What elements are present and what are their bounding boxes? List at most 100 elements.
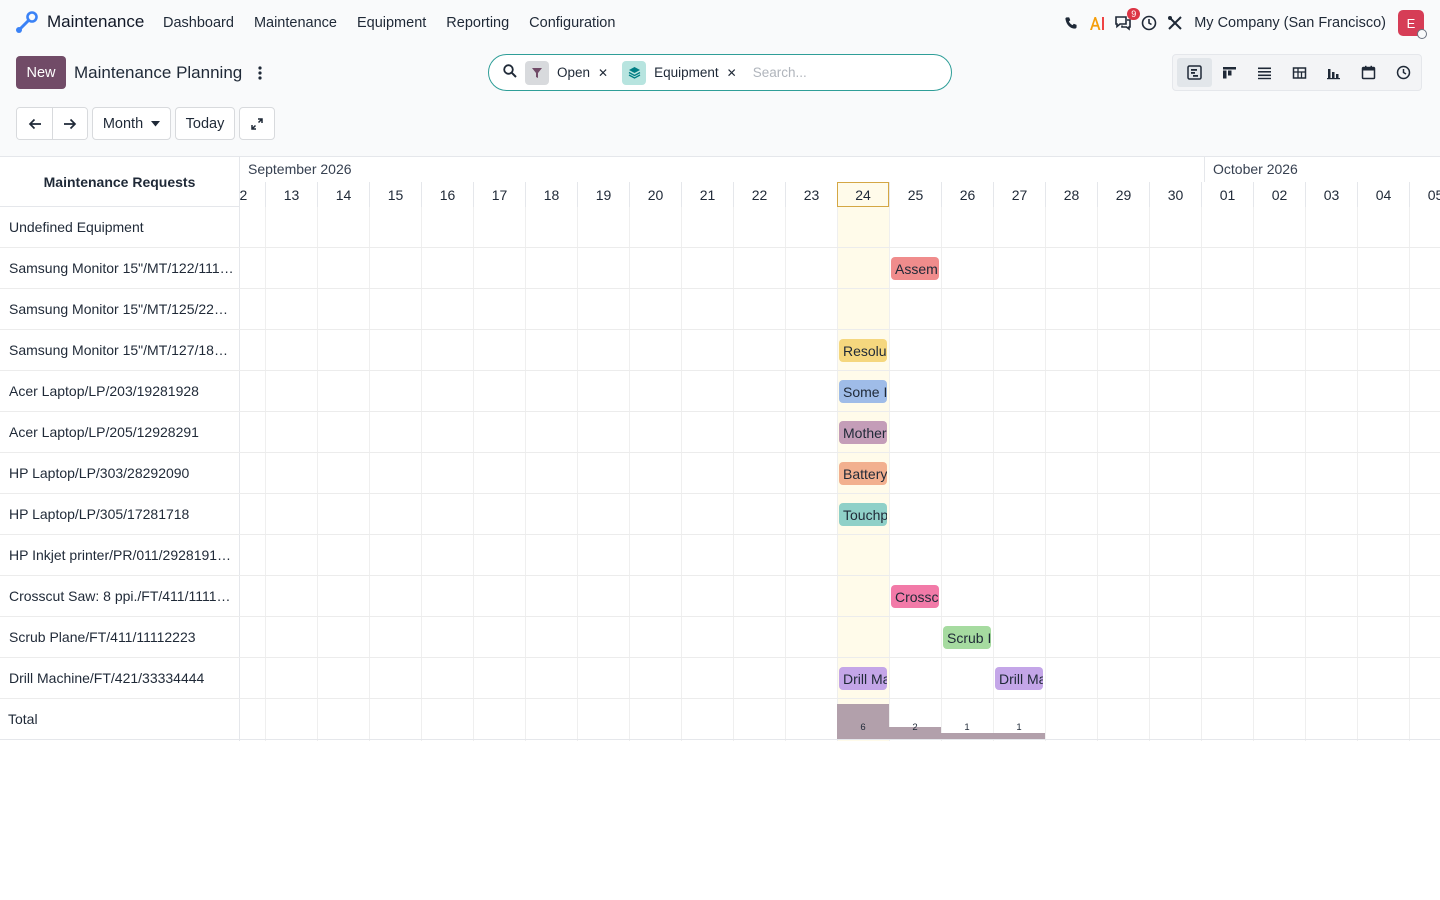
gantt-row: HP Laptop/LP/305/17281718 Touchp (0, 494, 1440, 535)
activity-clock-icon[interactable] (1136, 10, 1162, 36)
month-label-october: October 2026 (1213, 161, 1298, 177)
gantt-navigation: Month Today (16, 107, 275, 140)
gantt-row: Samsung Monitor 15"/MT/122/111… Assem (0, 248, 1440, 289)
total-count: 1 (964, 722, 970, 733)
row-label[interactable]: Acer Laptop/LP/205/12928291 (9, 412, 237, 452)
activity-view-icon[interactable] (1386, 58, 1421, 87)
day-header-cell: 18 (525, 182, 577, 207)
tools-icon[interactable] (1162, 10, 1188, 36)
view-switcher (1172, 54, 1422, 91)
total-bar (993, 733, 1045, 739)
top-navbar: Maintenance Dashboard Maintenance Equipm… (0, 0, 1440, 46)
day-header-cell: 23 (785, 182, 837, 207)
row-label[interactable]: Drill Machine/FT/421/33334444 (9, 658, 237, 698)
gantt-view-icon[interactable] (1177, 58, 1212, 87)
day-header-cell: 15 (369, 182, 421, 207)
kanban-view-icon[interactable] (1212, 58, 1247, 87)
messages-icon[interactable]: 9 (1110, 8, 1141, 36)
row-label[interactable]: Samsung Monitor 15"/MT/125/22… (9, 289, 237, 329)
facet-equipment-label: Equipment (654, 65, 719, 80)
day-header-cell: 03 (1305, 182, 1357, 207)
new-button[interactable]: New (16, 56, 66, 89)
pivot-view-icon[interactable] (1282, 58, 1317, 87)
graph-view-icon[interactable] (1316, 58, 1351, 87)
list-view-icon[interactable] (1247, 58, 1282, 87)
gantt-row: Samsung Monitor 15"/MT/125/22… (0, 289, 1440, 330)
day-header-cell: 05 (1409, 182, 1440, 207)
facet-equipment: Equipment ✕ (622, 60, 743, 85)
remove-facet-open-icon[interactable]: ✕ (598, 66, 608, 80)
row-label[interactable]: Undefined Equipment (9, 207, 237, 247)
gantt-pill[interactable]: Mother (839, 421, 887, 444)
scale-dropdown[interactable]: Month (92, 107, 171, 140)
page-title: Maintenance Planning (74, 63, 243, 82)
row-label[interactable]: Acer Laptop/LP/203/19281928 (9, 371, 237, 411)
previous-arrow-icon[interactable] (17, 108, 52, 139)
day-header-cell: 16 (421, 182, 473, 207)
gantt-view: Maintenance Requests September 2026 Octo… (0, 156, 1440, 741)
gantt-row: HP Inkjet printer/PR/011/2928191… (0, 535, 1440, 576)
search-input[interactable] (752, 65, 933, 80)
total-count: 6 (860, 722, 866, 733)
search-icon[interactable] (503, 64, 517, 81)
scale-label: Month (102, 115, 144, 132)
today-button[interactable]: Today (175, 107, 235, 140)
row-label[interactable]: HP Inkjet printer/PR/011/2928191… (9, 535, 237, 575)
gantt-pill[interactable]: Assem (891, 257, 939, 280)
row-label[interactable]: Crosscut Saw: 8 ppi./FT/411/1111… (9, 576, 237, 616)
total-bar (941, 733, 993, 739)
gantt-pill[interactable]: Crossc (891, 585, 939, 608)
main-menu: Dashboard Maintenance Equipment Reportin… (153, 0, 625, 46)
menu-dashboard[interactable]: Dashboard (153, 15, 244, 31)
row-label[interactable]: HP Laptop/LP/305/17281718 (9, 494, 237, 534)
gantt-pill[interactable]: Battery (839, 462, 887, 485)
gantt-pill[interactable]: Drill Ma (839, 667, 887, 690)
day-header: 1213141516171819202122232425262728293001… (240, 182, 1440, 207)
day-header-cell: 21 (681, 182, 733, 207)
kebab-menu-icon[interactable] (253, 62, 267, 84)
day-header-cell: 20 (629, 182, 681, 207)
gantt-pill[interactable]: Scrub I (943, 626, 991, 649)
app-name[interactable]: Maintenance (47, 12, 144, 32)
ai-icon[interactable] (1084, 10, 1110, 36)
day-header-cell: 13 (265, 182, 317, 207)
row-label[interactable]: HP Laptop/LP/303/28292090 (9, 453, 237, 493)
phone-icon[interactable] (1058, 10, 1084, 36)
menu-maintenance[interactable]: Maintenance (244, 15, 347, 31)
company-switcher[interactable]: My Company (San Francisco) (1194, 15, 1386, 31)
gantt-pill[interactable]: Touchp (839, 503, 887, 526)
row-label[interactable]: Scrub Plane/FT/411/11112223 (9, 617, 237, 657)
menu-equipment[interactable]: Equipment (347, 15, 436, 31)
row-label[interactable]: Samsung Monitor 15"/MT/127/18… (9, 330, 237, 370)
day-header-cell: 14 (317, 182, 369, 207)
gantt-row: Drill Machine/FT/421/33334444 Drill Ma Dri… (0, 658, 1440, 699)
search-bar: Open ✕ Equipment ✕ (488, 54, 952, 91)
day-header-cell: 12 (240, 182, 265, 207)
menu-configuration[interactable]: Configuration (519, 15, 625, 31)
app-logo-icon[interactable] (14, 11, 38, 35)
gantt-pill[interactable]: Drill Ma (995, 667, 1043, 690)
day-header-cell: 01 (1201, 182, 1253, 207)
avatar-initial: E (1406, 15, 1416, 31)
remove-facet-equipment-icon[interactable]: ✕ (727, 66, 737, 80)
facet-open-label: Open (557, 65, 591, 80)
filter-icon (525, 60, 549, 85)
total-count: 2 (912, 722, 918, 733)
next-arrow-icon[interactable] (52, 108, 87, 139)
facet-open: Open ✕ (525, 60, 614, 85)
day-header-cell: 26 (941, 182, 993, 207)
calendar-view-icon[interactable] (1351, 58, 1386, 87)
gantt-pill[interactable]: Some I (839, 380, 887, 403)
gantt-row: Scrub Plane/FT/411/11112223 Scrub I (0, 617, 1440, 658)
day-header-cell: 22 (733, 182, 785, 207)
gantt-row: Undefined Equipment (0, 207, 1440, 248)
day-header-cell: 02 (1253, 182, 1305, 207)
month-separator (1204, 157, 1205, 182)
expand-icon[interactable] (239, 107, 275, 140)
gantt-pill[interactable]: Resolu (839, 339, 887, 362)
user-avatar[interactable]: E (1398, 10, 1427, 39)
row-label[interactable]: Samsung Monitor 15"/MT/122/111… (9, 248, 237, 288)
gantt-header-title: Maintenance Requests (0, 157, 240, 207)
day-header-cell: 04 (1357, 182, 1409, 207)
menu-reporting[interactable]: Reporting (436, 15, 519, 31)
